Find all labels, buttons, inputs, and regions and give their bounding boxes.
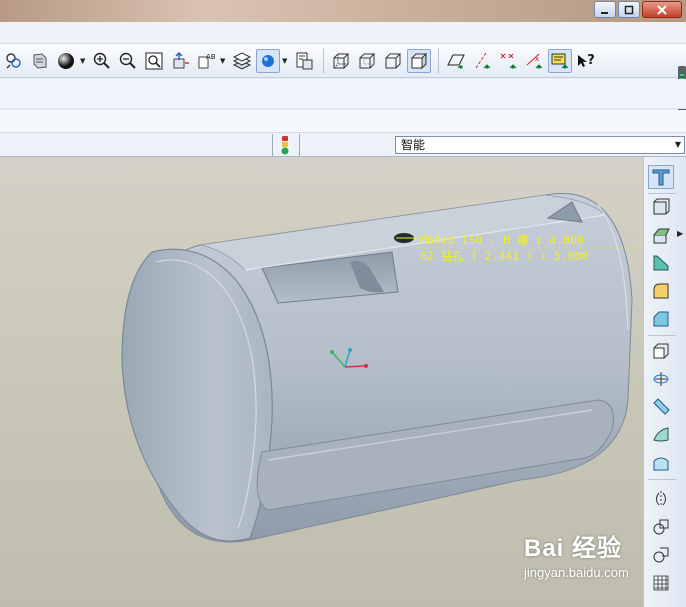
chevron-down-icon: ▼ — [674, 140, 681, 149]
extrude-tool-icon[interactable] — [648, 195, 674, 219]
point-display-icon[interactable] — [496, 49, 520, 73]
merge-tool-icon[interactable] — [648, 515, 674, 539]
shell-tool-icon[interactable] — [648, 339, 674, 363]
datum-axis-display-icon[interactable] — [470, 49, 494, 73]
model-tree-icon[interactable] — [292, 49, 316, 73]
zoom-in-icon[interactable] — [90, 49, 114, 73]
named-views-icon[interactable]: AB — [194, 49, 218, 73]
toolbar-separator — [323, 47, 324, 74]
refit-icon[interactable] — [142, 49, 166, 73]
hidden-line-icon[interactable] — [355, 49, 379, 73]
toolbar-separator — [438, 47, 439, 74]
sphere-shading-icon[interactable] — [54, 49, 78, 73]
selection-filter-dropdown[interactable]: 智能 ▼ — [395, 136, 685, 154]
shading-icon[interactable] — [407, 48, 431, 73]
boundary-blend-icon[interactable] — [648, 423, 674, 447]
saved-view-icon[interactable] — [28, 49, 52, 73]
datum-plane-display-icon[interactable] — [444, 49, 468, 73]
watermark-url: jingyan.baidu.com — [524, 565, 629, 580]
draft-tool-icon[interactable] — [648, 395, 674, 419]
message-area — [0, 110, 686, 132]
status-bar: 智能 ▼ — [0, 132, 686, 157]
flyout-arrow-icon[interactable]: ▶ — [677, 229, 683, 238]
close-button[interactable] — [642, 1, 682, 18]
no-hidden-icon[interactable] — [381, 49, 405, 73]
wireframe-icon[interactable] — [329, 49, 353, 73]
feature-toolbar — [643, 157, 686, 607]
svg-text:x: x — [535, 55, 539, 63]
title-bar — [0, 0, 686, 22]
zoom-out-icon[interactable] — [116, 49, 140, 73]
appearance-icon[interactable] — [256, 48, 280, 73]
annotation-line-2: 62 钻孔 ( 2.441 ) ↧ 5.000 — [420, 249, 588, 263]
layers-icon[interactable] — [230, 49, 254, 73]
toolbar-separator — [648, 193, 676, 194]
toolbar-separator — [648, 479, 676, 480]
mirror-tool-icon[interactable] — [648, 487, 674, 511]
pattern-tool-icon[interactable] — [648, 571, 674, 595]
menu-strip — [0, 22, 686, 44]
sweep-tool-icon[interactable] — [648, 251, 674, 275]
main-toolbar: ▼ AB ▼ ▼ x ? — [0, 44, 686, 78]
chamfer-tool-icon[interactable] — [648, 307, 674, 331]
watermark-brand: Bai 经验 — [524, 535, 623, 562]
baidu-watermark: Bai 经验 jingyan.baidu.com — [524, 528, 629, 580]
regeneration-light-icon — [281, 136, 289, 155]
graphics-viewport[interactable]: M68x6 ISO - H 螺 ↧ 4.000 62 钻孔 ( 2.441 ) … — [0, 157, 643, 607]
reorient-icon[interactable] — [168, 49, 192, 73]
toolbar-separator — [648, 335, 676, 336]
context-help-button[interactable]: ? — [574, 49, 598, 73]
svg-text:AB: AB — [206, 53, 216, 61]
revolve-tool-icon[interactable] — [648, 223, 674, 247]
layer-icon[interactable] — [2, 49, 26, 73]
selection-filter-value: 智能 — [401, 138, 426, 152]
rib-tool-icon[interactable] — [648, 367, 674, 391]
annotation-display-icon[interactable] — [548, 48, 572, 73]
restore-button[interactable] — [618, 1, 640, 18]
surface-tool-icon[interactable] — [648, 451, 674, 475]
appearance-dropdown-icon[interactable]: ▼ — [282, 57, 290, 65]
named-views-dropdown-icon[interactable]: ▼ — [220, 57, 228, 65]
minimize-button[interactable] — [594, 1, 616, 18]
window-controls — [594, 1, 682, 18]
status-separator — [272, 134, 273, 156]
trim-tool-icon[interactable] — [648, 543, 674, 567]
status-separator — [299, 134, 300, 156]
shading-dropdown-icon[interactable]: ▼ — [80, 57, 88, 65]
help-question-mark: ? — [587, 53, 595, 68]
round-tool-icon[interactable] — [648, 279, 674, 303]
csys-display-icon[interactable]: x — [522, 49, 546, 73]
datum-plane-tool-icon[interactable] — [648, 165, 674, 189]
annotation-line-1: M68x6 ISO - H 螺 ↧ 4.000 — [420, 233, 584, 247]
secondary-toolbar-area — [0, 79, 686, 109]
